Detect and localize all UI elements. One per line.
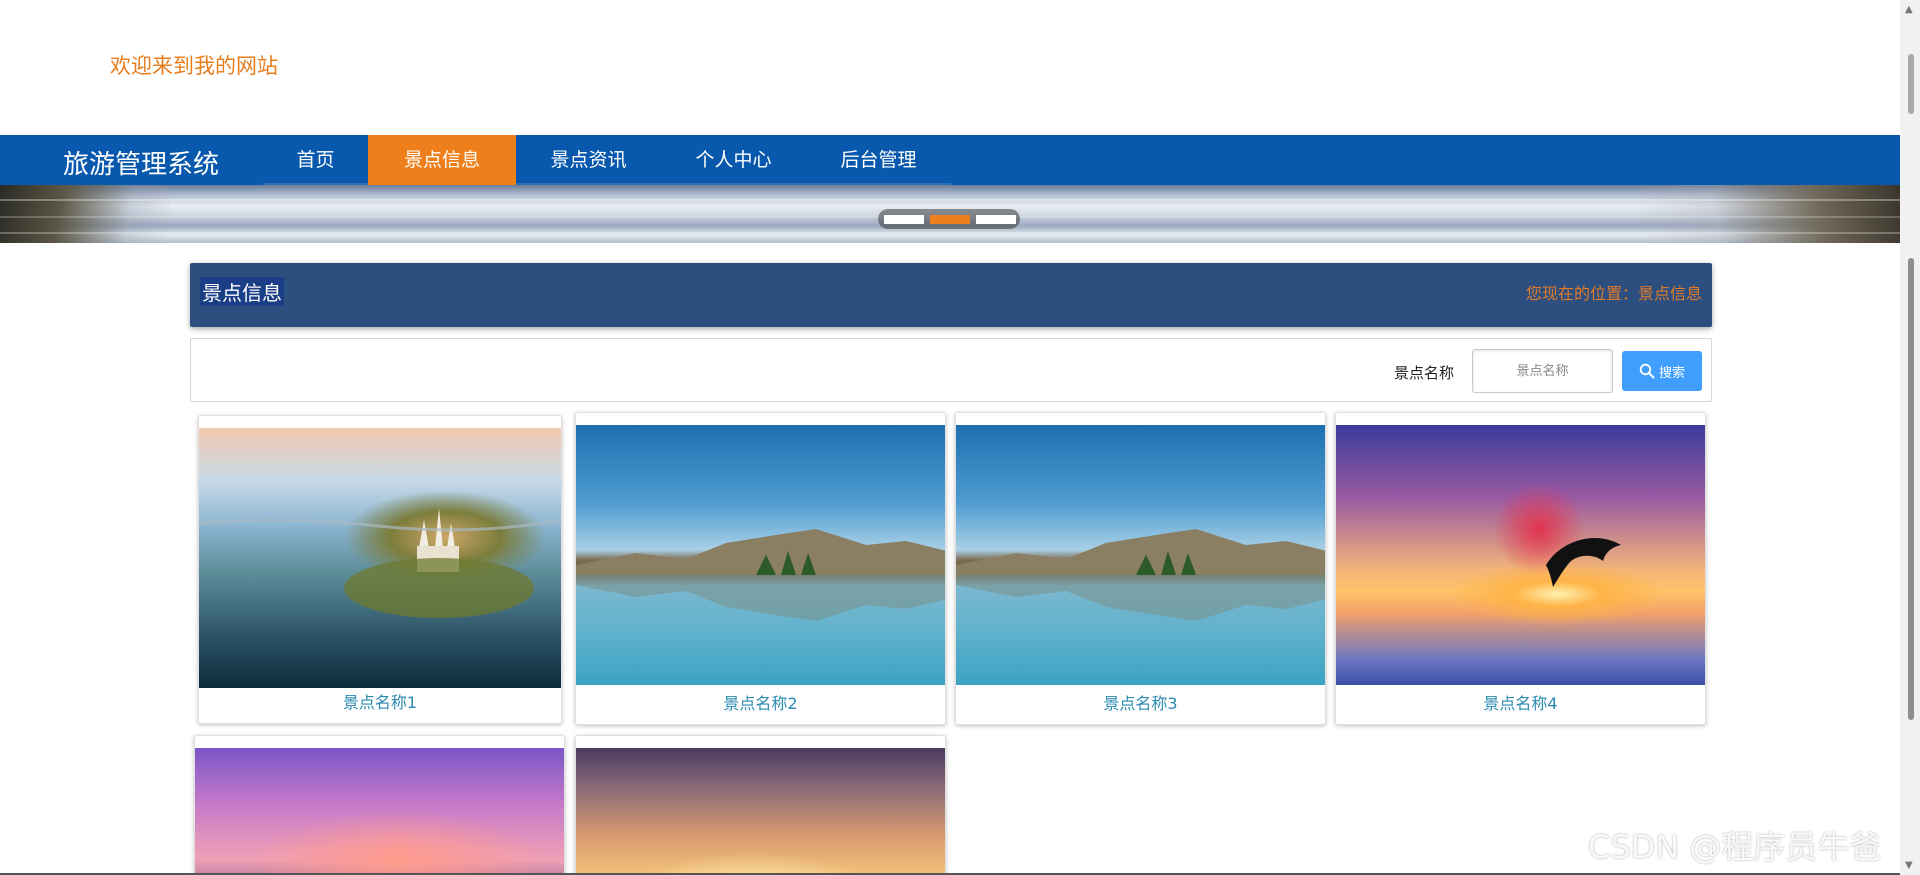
nav-item-personal-center[interactable]: 个人中心 xyxy=(661,135,806,185)
search-button[interactable]: 搜索 xyxy=(1622,351,1702,391)
section-title: 景点信息 xyxy=(200,277,284,306)
mountain-icon xyxy=(576,529,945,621)
mountain-icon xyxy=(956,529,1325,621)
nav-item-scenic-news[interactable]: 景点资讯 xyxy=(516,135,661,185)
scenic-card-name: 景点名称3 xyxy=(1103,694,1178,713)
carousel-indicators xyxy=(878,209,1020,229)
mountain-lake-image xyxy=(576,425,945,685)
scenic-card[interactable] xyxy=(194,735,565,875)
watermark-text: CSDN @程序员牛爸 xyxy=(1588,828,1882,866)
search-panel: 景点名称 搜索 xyxy=(190,338,1712,402)
carousel-dot-1[interactable] xyxy=(884,215,924,224)
site-brand: 旅游管理系统 xyxy=(63,150,220,180)
carousel-dot-2[interactable] xyxy=(930,215,970,224)
castle-icon xyxy=(199,508,561,618)
search-button-label: 搜索 xyxy=(1658,365,1685,381)
top-navbar: 旅游管理系统 首页 景点信息 景点资讯 个人中心 后台管理 xyxy=(0,135,1900,185)
search-icon xyxy=(1639,363,1655,379)
nav-item-scenic-info[interactable]: 景点信息 xyxy=(368,135,516,185)
scenic-card-name: 景点名称2 xyxy=(723,694,798,713)
scenic-card[interactable]: 景点名称2 xyxy=(575,412,946,725)
banner-shore-left xyxy=(0,185,170,243)
banner-shore-right xyxy=(1640,185,1900,243)
carousel-dot-3[interactable] xyxy=(976,215,1016,224)
scroll-down-arrow-icon[interactable]: ▼ xyxy=(1905,860,1913,871)
vertical-scrollbar[interactable]: ▲ ▼ xyxy=(1900,0,1920,875)
dolphin-icon xyxy=(1546,537,1621,587)
scenic-card-name: 景点名称4 xyxy=(1483,694,1558,713)
field-sunset-image xyxy=(576,748,945,875)
scenic-card[interactable]: 景点名称3 xyxy=(955,412,1326,725)
banner-ripple xyxy=(0,232,1900,234)
scrollbar-thumb-outer[interactable] xyxy=(1908,54,1914,114)
welcome-text: 欢迎来到我的网站 xyxy=(110,54,278,78)
scenic-card[interactable]: 景点名称4 xyxy=(1335,412,1706,725)
search-label: 景点名称 xyxy=(1394,364,1455,382)
scenic-card-name: 景点名称1 xyxy=(342,693,418,712)
banner-ripple xyxy=(0,199,1900,201)
nav-item-home[interactable]: 首页 xyxy=(263,135,368,185)
scroll-up-arrow-icon[interactable]: ▲ xyxy=(1905,4,1913,15)
breadcrumb: 您现在的位置：景点信息 xyxy=(1525,284,1702,303)
nav-item-admin[interactable]: 后台管理 xyxy=(806,135,951,185)
page: 欢迎来到我的网站 旅游管理系统 首页 景点信息 景点资讯 个人中心 后台管理 景… xyxy=(0,0,1920,875)
mountain-lake-image xyxy=(956,425,1325,685)
scenic-card[interactable] xyxy=(575,735,946,875)
search-input[interactable] xyxy=(1472,349,1613,393)
section-title-bar: 景点信息 您现在的位置：景点信息 xyxy=(190,263,1712,327)
pink-sky-image xyxy=(195,748,564,875)
dolphin-sunset-image xyxy=(1336,425,1705,685)
banner-carousel xyxy=(0,185,1900,243)
scenic-card[interactable]: 景点名称1 xyxy=(198,415,562,724)
castle-island-lake-image xyxy=(199,428,561,688)
scrollbar-thumb[interactable] xyxy=(1908,258,1914,720)
